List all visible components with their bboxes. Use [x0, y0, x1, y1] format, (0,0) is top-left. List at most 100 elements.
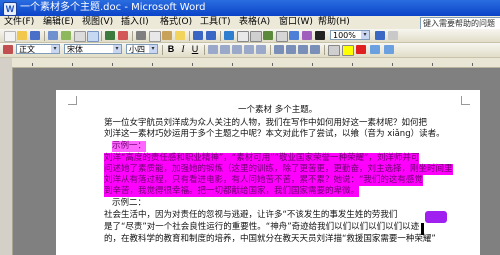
- open-folder-icon[interactable]: [17, 31, 27, 40]
- separator: [44, 31, 45, 41]
- show-hide-icon[interactable]: [315, 31, 325, 40]
- styles-pane-icon[interactable]: [3, 45, 13, 54]
- ruler-tick: [432, 63, 433, 66]
- paragraph-line: 刘洋这一素材巧妙运用于多个主题之中呢？本文对此作了尝试，以飨（音为 xiǎng）…: [104, 129, 445, 139]
- insert-table-icon[interactable]: [250, 31, 262, 42]
- ruler-tick: [192, 63, 193, 66]
- italic-button[interactable]: I: [178, 45, 188, 54]
- font-select[interactable]: 宋体 ▾: [64, 44, 122, 54]
- chevron-down-icon: ▾: [149, 45, 157, 53]
- enclose-characters-icon[interactable]: [384, 45, 394, 54]
- paragraph-line: 社会生活中，因为对责任的忽视与逃避，让许多“不该发生的事发生姓的劳我们: [104, 210, 398, 220]
- phonetic-guide-icon[interactable]: [370, 45, 380, 54]
- borders-icon[interactable]: [328, 45, 340, 56]
- copy-icon[interactable]: [149, 31, 161, 42]
- menu-table[interactable]: 表格(A): [239, 16, 270, 29]
- ruler-tick: [352, 63, 353, 66]
- ruler-tick: [152, 63, 153, 66]
- undo-icon[interactable]: [193, 31, 203, 40]
- justify-icon[interactable]: [244, 45, 254, 54]
- vertical-ruler: [0, 58, 13, 255]
- document-page[interactable]: 一个素材 多个主题。 第一位女宇航员刘洋成为众人关注的人物，我们在写作中如何用好…: [56, 90, 480, 255]
- insert-excel-icon[interactable]: [263, 31, 273, 40]
- drawing-icon[interactable]: [289, 31, 299, 40]
- paragraph-line: 是了“尽责”对一个社会良性运行的重要性。“神舟”奇迹给我们以们以们以们以们以迹: [104, 222, 420, 232]
- ruler-tick: [472, 63, 473, 66]
- save-icon[interactable]: [30, 31, 40, 40]
- align-center-icon[interactable]: [220, 45, 230, 54]
- underline-button[interactable]: U: [190, 45, 200, 54]
- increase-indent-icon[interactable]: [310, 45, 320, 54]
- numbering-icon[interactable]: [274, 45, 284, 54]
- annotation-mark: [425, 211, 447, 223]
- cut-icon[interactable]: [136, 31, 146, 40]
- columns-icon[interactable]: [276, 31, 288, 42]
- highlighted-line: 到辛苦，我觉得很幸福。把一切都献给国家，我们国家需要的卑微。: [104, 186, 360, 197]
- permission-icon[interactable]: [48, 31, 58, 40]
- standard-toolbar: 100% ▾: [0, 29, 500, 43]
- paste-icon[interactable]: [162, 31, 172, 40]
- ruler-tick: [112, 63, 113, 66]
- ruler-tick: [32, 63, 33, 66]
- font-color-icon[interactable]: [356, 45, 366, 54]
- menu-format[interactable]: 格式(O): [160, 16, 192, 29]
- example-one-label: 示例一：: [112, 141, 147, 152]
- ruler-tick: [232, 63, 233, 66]
- horizontal-ruler[interactable]: [12, 58, 500, 68]
- chevron-down-icon: ▾: [51, 45, 59, 53]
- print-icon[interactable]: [74, 31, 86, 42]
- margin-corner-mark: [68, 96, 77, 105]
- menu-help[interactable]: 帮助(H): [318, 16, 350, 29]
- word-app-icon: W: [3, 2, 17, 16]
- menu-insert[interactable]: 插入(I): [121, 16, 149, 29]
- title-bar: W 一个素材多个主题.doc - Microsoft Word: [0, 0, 500, 16]
- tables-borders-icon[interactable]: [237, 31, 249, 42]
- align-left-icon[interactable]: [208, 45, 218, 54]
- menu-view[interactable]: 视图(V): [82, 16, 113, 29]
- chevron-down-icon: ▾: [361, 31, 369, 39]
- format-painter-icon[interactable]: [175, 31, 185, 40]
- highlighted-line: 问述她了素质能，加强她的锻炼（这里的训练，除了更苦更，更勤奋，刘主选择，刚坐时间…: [104, 164, 453, 175]
- menu-tools[interactable]: 工具(T): [200, 16, 231, 29]
- bold-button[interactable]: B: [166, 45, 176, 54]
- new-doc-icon[interactable]: [4, 31, 16, 42]
- document-title: 一个素材 多个主题。: [238, 105, 318, 115]
- decrease-indent-icon[interactable]: [298, 45, 308, 54]
- line-spacing-icon[interactable]: [256, 45, 266, 54]
- menu-file[interactable]: 文件(F): [4, 16, 34, 29]
- menu-window[interactable]: 窗口(W): [279, 16, 313, 29]
- formatting-toolbar: 正文 ▾ 宋体 ▾ 小四 ▾ B I U: [0, 43, 500, 58]
- style-select[interactable]: 正文 ▾: [16, 44, 60, 54]
- hyperlink-icon[interactable]: [224, 31, 234, 40]
- example-two-label: 示例二：: [112, 198, 147, 208]
- bullets-icon[interactable]: [286, 45, 296, 54]
- separator: [220, 31, 221, 41]
- margin-corner-mark: [461, 96, 470, 105]
- align-right-icon[interactable]: [232, 45, 242, 54]
- menu-bar: 文件(F) 编辑(E) 视图(V) 插入(I) 格式(O) 工具(T) 表格(A…: [0, 16, 500, 30]
- separator: [324, 45, 325, 55]
- document-map-icon[interactable]: [302, 31, 312, 40]
- font-size-select[interactable]: 小四 ▾: [126, 44, 158, 54]
- chevron-down-icon: ▾: [113, 45, 121, 53]
- separator: [189, 31, 190, 41]
- print-preview-icon[interactable]: [87, 31, 99, 42]
- separator: [270, 45, 271, 55]
- separator: [204, 45, 205, 55]
- email-icon[interactable]: [61, 31, 71, 40]
- separator: [132, 31, 133, 41]
- ruler-tick: [312, 63, 313, 66]
- window-title: 一个素材多个主题.doc - Microsoft Word: [20, 2, 206, 13]
- menu-edit[interactable]: 编辑(E): [43, 16, 74, 29]
- paragraph-line: 的，在教科学的教育和制度的培养，中国就分在教天天员刘洋描“救援国家需要一种荣耀”: [104, 234, 436, 244]
- ruler-tick: [272, 63, 273, 66]
- spelling-icon[interactable]: [105, 31, 115, 40]
- ruler-tick: [72, 63, 73, 66]
- zoom-select[interactable]: 100% ▾: [330, 30, 370, 40]
- paragraph-line: 第一位女宇航员刘洋成为众人关注的人物，我们在写作中如何用好这一素材呢？如何把: [104, 118, 428, 128]
- help-icon[interactable]: [375, 31, 385, 40]
- redo-icon[interactable]: [206, 31, 216, 40]
- read-icon[interactable]: [388, 31, 398, 40]
- research-icon[interactable]: [118, 31, 128, 40]
- highlight-icon[interactable]: [342, 45, 354, 56]
